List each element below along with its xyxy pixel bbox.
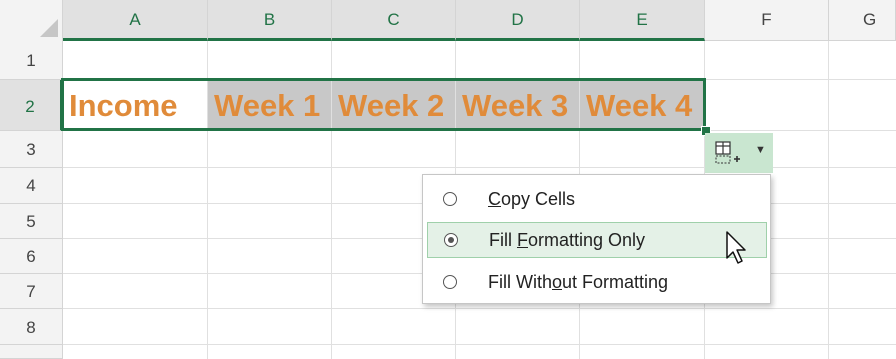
- row-header-6[interactable]: 6: [0, 239, 63, 274]
- menu-item-copy-cells[interactable]: Copy Cells: [427, 182, 767, 218]
- row-header-2[interactable]: 2: [0, 80, 63, 131]
- select-all-triangle-icon: [40, 19, 58, 37]
- grid-line: [63, 130, 896, 131]
- row-header-8[interactable]: 8: [0, 309, 63, 345]
- row-header-9[interactable]: [0, 345, 63, 359]
- select-all-button[interactable]: [0, 0, 63, 41]
- column-header-d[interactable]: D: [456, 0, 580, 41]
- auto-fill-options-icon: [715, 141, 740, 164]
- menu-item-label: Copy Cells: [488, 189, 576, 209]
- grid-line: [63, 308, 896, 309]
- column-header-g[interactable]: G: [829, 0, 896, 41]
- caret-down-icon: ▼: [755, 144, 766, 156]
- column-header-f[interactable]: F: [705, 0, 829, 41]
- menu-item-fill-formatting-only[interactable]: Fill Formatting Only: [427, 222, 767, 258]
- cell-a2[interactable]: Income: [63, 80, 207, 130]
- row-header-3[interactable]: 3: [0, 131, 63, 168]
- cell-c2[interactable]: Week 2: [332, 80, 455, 130]
- auto-fill-options-menu: Copy Cells Fill Formatting Only Fill Wit…: [422, 174, 771, 304]
- cell-e2[interactable]: Week 4: [580, 80, 704, 130]
- menu-item-label: Fill Without Formatting: [488, 272, 669, 292]
- auto-fill-options-button[interactable]: ▼: [705, 133, 773, 173]
- column-header-b[interactable]: B: [208, 0, 332, 41]
- radio-button-selected[interactable]: [444, 233, 458, 247]
- row-header-1[interactable]: 1: [0, 41, 63, 80]
- column-header-bar: A B C D E F G: [0, 0, 896, 41]
- cell-b2[interactable]: Week 1: [208, 80, 331, 130]
- row-header-7[interactable]: 7: [0, 274, 63, 309]
- mouse-pointer-icon: [726, 231, 746, 264]
- row-header-5[interactable]: 5: [0, 204, 63, 239]
- row-header-4[interactable]: 4: [0, 168, 63, 204]
- radio-button[interactable]: [443, 275, 457, 289]
- radio-button[interactable]: [443, 192, 457, 206]
- grid-line: [828, 41, 829, 359]
- column-header-c[interactable]: C: [332, 0, 456, 41]
- cell-d2[interactable]: Week 3: [456, 80, 579, 130]
- menu-item-label: Fill Formatting Only: [489, 230, 646, 250]
- column-header-e[interactable]: E: [580, 0, 705, 41]
- column-header-a[interactable]: A: [63, 0, 208, 41]
- menu-item-fill-without-formatting[interactable]: Fill Without Formatting: [427, 265, 767, 301]
- grid-line: [63, 344, 896, 345]
